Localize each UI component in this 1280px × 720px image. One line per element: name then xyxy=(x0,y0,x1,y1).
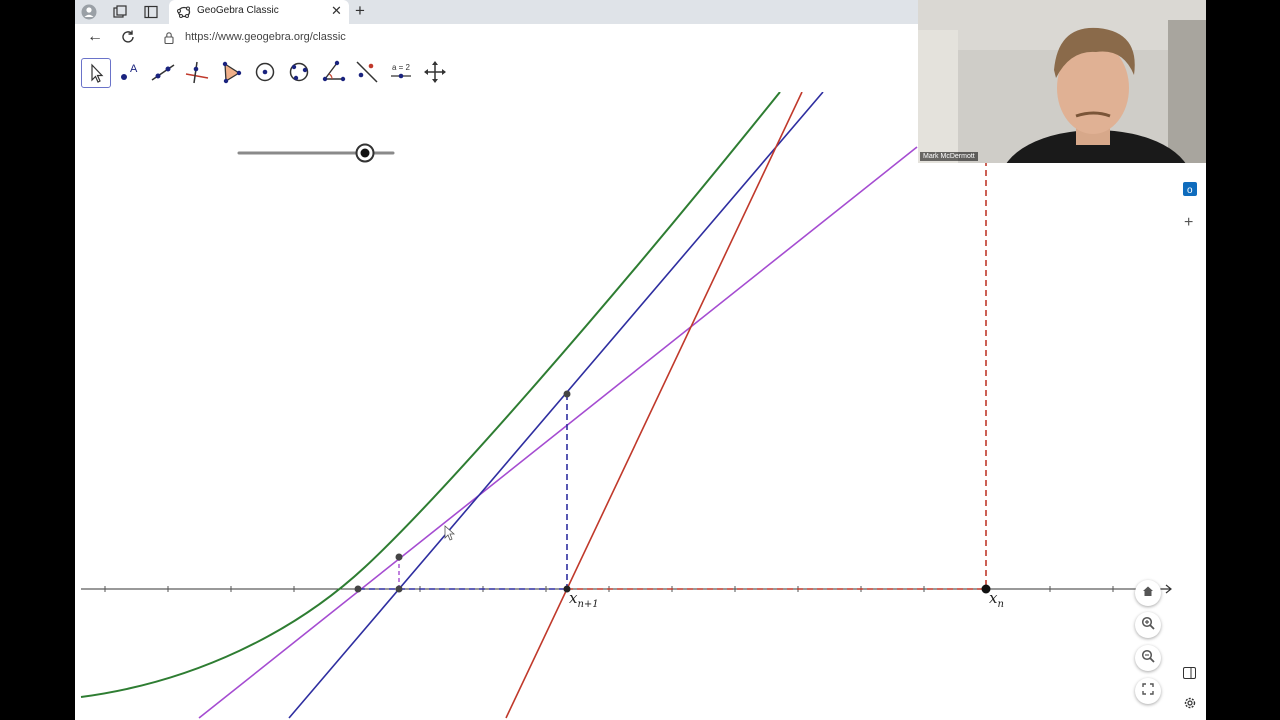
new-tab-icon[interactable]: + xyxy=(355,1,365,21)
url-text: https://www.geogebra.org/classic xyxy=(185,31,346,43)
x-axis-arrow-icon xyxy=(1161,584,1172,594)
zoom-in-icon xyxy=(1141,616,1155,635)
move-graphics-tool[interactable] xyxy=(421,58,449,86)
line-tool[interactable] xyxy=(149,58,177,86)
profile-icon[interactable] xyxy=(80,3,98,21)
home-button[interactable] xyxy=(1135,580,1161,606)
tangent-line-red xyxy=(505,92,803,719)
webcam-video: Mark McDermott xyxy=(918,0,1206,163)
tab-geogebra[interactable]: GeoGebra Classic ✕ xyxy=(169,0,349,24)
slider-handle-center xyxy=(360,148,370,158)
point-tool[interactable]: A xyxy=(115,58,143,86)
add-icon[interactable]: + xyxy=(1184,214,1193,232)
fullscreen-button[interactable] xyxy=(1135,678,1161,704)
home-icon xyxy=(1142,584,1154,602)
slider-tool-label: a = 2 xyxy=(392,63,411,72)
tab-title: GeoGebra Classic xyxy=(197,5,279,16)
collections-icon[interactable] xyxy=(111,3,129,21)
lock-icon xyxy=(163,31,175,50)
tangent-line-blue xyxy=(288,92,824,719)
perpendicular-tool[interactable] xyxy=(183,58,211,86)
fullscreen-icon xyxy=(1142,682,1154,700)
label-x-n: xn xyxy=(989,589,1004,610)
tab-close-icon[interactable]: ✕ xyxy=(331,3,342,19)
label-x-n-plus-1: xn+1 xyxy=(569,589,599,610)
sidebar-toggle-icon[interactable] xyxy=(1183,666,1196,684)
zoom-in-button[interactable] xyxy=(1135,612,1161,638)
webcam-name-label: Mark McDermott xyxy=(920,152,978,161)
zoom-out-button[interactable] xyxy=(1135,645,1161,671)
refresh-icon[interactable] xyxy=(120,29,136,50)
geogebra-favicon-icon xyxy=(177,5,191,24)
slider-tool[interactable]: a = 2 xyxy=(387,58,415,86)
point-x-next-next xyxy=(395,585,403,593)
point-on-curve-2 xyxy=(395,553,403,561)
circle-three-points-tool[interactable] xyxy=(285,58,313,86)
outlook-icon[interactable]: o xyxy=(1183,182,1197,201)
circle-center-tool[interactable] xyxy=(251,58,279,86)
svg-text:o: o xyxy=(1187,185,1193,196)
tab-actions-icon[interactable] xyxy=(142,3,160,21)
point-on-curve-1 xyxy=(563,390,571,398)
graphics-view[interactable] xyxy=(75,92,1175,720)
move-tool[interactable] xyxy=(81,58,111,88)
function-curve xyxy=(80,92,781,698)
point-root xyxy=(354,585,362,593)
back-icon[interactable]: ← xyxy=(87,28,103,46)
settings-gear-icon[interactable] xyxy=(1183,696,1197,715)
zoom-out-icon xyxy=(1141,649,1155,668)
reflect-tool[interactable] xyxy=(353,58,381,86)
angle-tool[interactable] xyxy=(319,58,347,86)
slider[interactable] xyxy=(237,143,395,163)
mouse-cursor xyxy=(444,525,456,541)
svg-text:A: A xyxy=(130,63,138,75)
browser-sidebar: o + xyxy=(1173,160,1206,720)
polygon-tool[interactable] xyxy=(217,58,245,86)
webcam-picture xyxy=(918,0,1206,163)
secant-line-purple xyxy=(198,146,918,719)
